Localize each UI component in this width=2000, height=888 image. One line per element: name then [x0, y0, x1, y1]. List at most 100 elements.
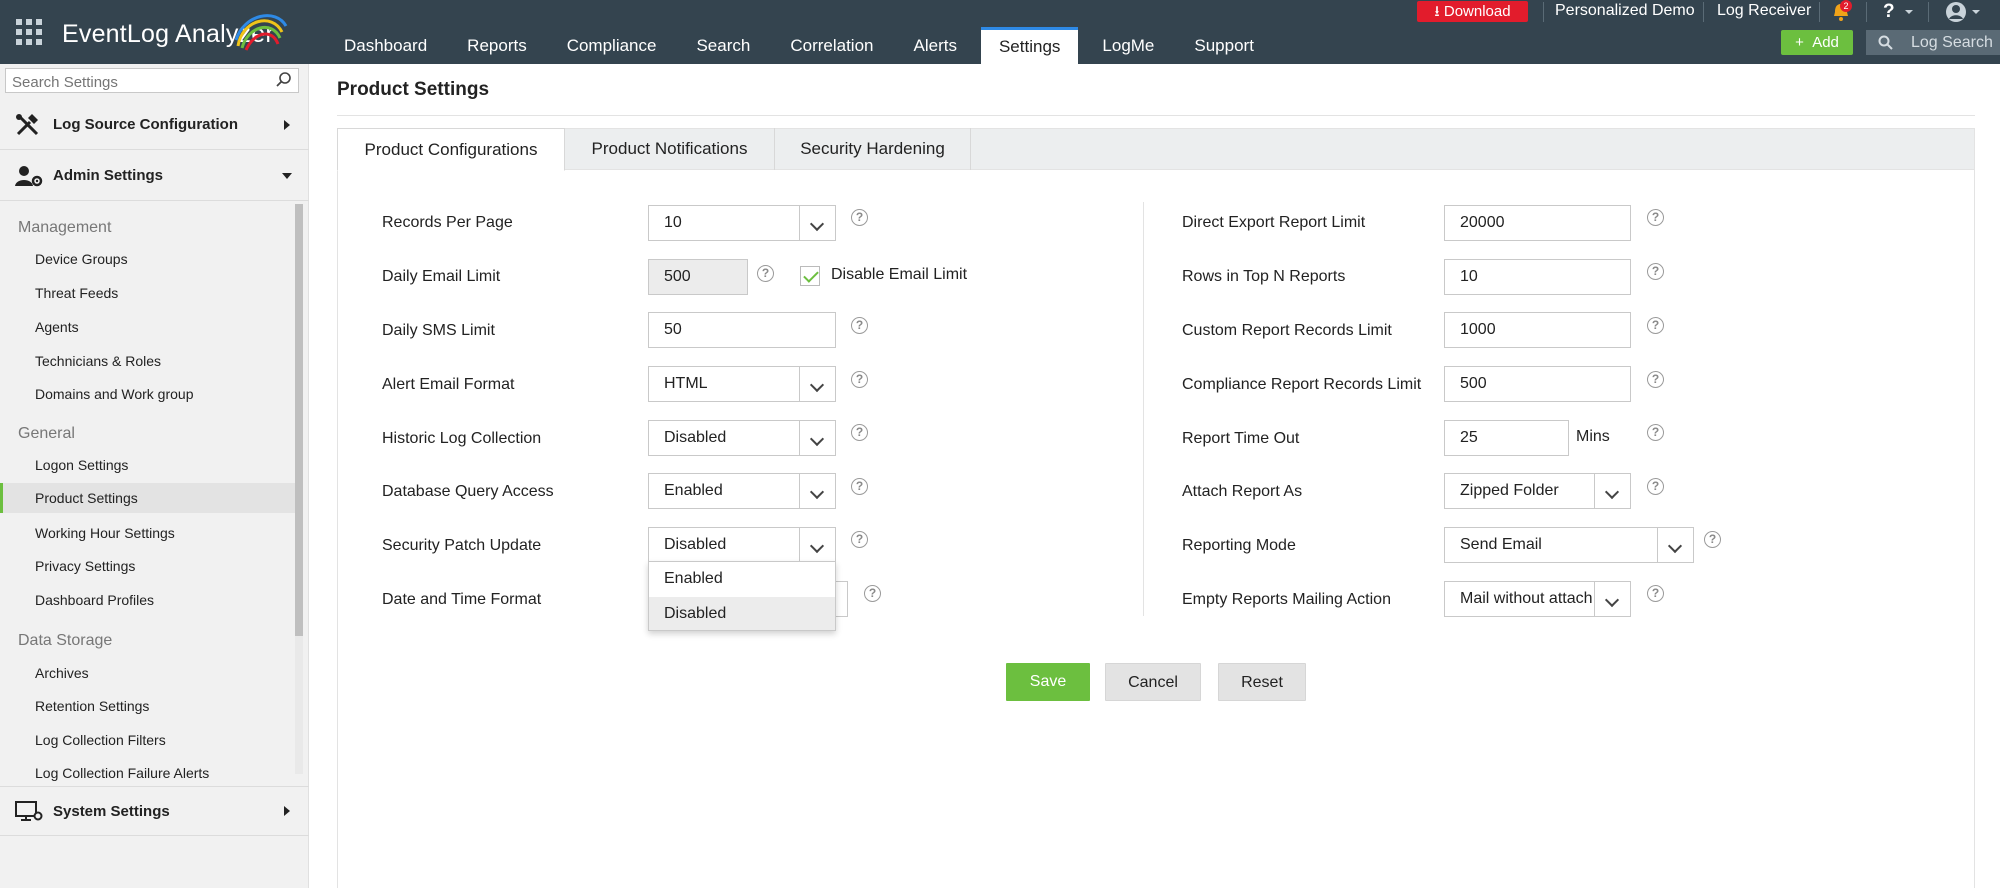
- sidebar-item-log-collection-filters[interactable]: Log Collection Filters: [0, 725, 295, 755]
- records-per-page-select[interactable]: 10: [648, 205, 836, 241]
- sidebar-item-retention-settings[interactable]: Retention Settings: [0, 691, 295, 721]
- section-label: Admin Settings: [53, 167, 164, 184]
- top-bar: EventLog Analyzer Dashboard Reports Comp…: [0, 0, 2000, 64]
- search-icon[interactable]: [276, 72, 292, 88]
- tab-product-notifications[interactable]: Product Notifications: [565, 128, 775, 170]
- log-source-configuration-section[interactable]: Log Source Configuration: [0, 100, 309, 150]
- settings-panel: [337, 128, 1975, 888]
- nav-tab-alerts[interactable]: Alerts: [898, 27, 973, 64]
- nav-tab-reports[interactable]: Reports: [451, 27, 543, 64]
- search-settings-input[interactable]: [5, 68, 299, 93]
- title-divider: [337, 115, 1975, 116]
- nav-tab-support[interactable]: Support: [1178, 27, 1270, 64]
- help-icon[interactable]: ?: [851, 317, 868, 334]
- custom-report-limit-label: Custom Report Records Limit: [1182, 322, 1392, 339]
- report-timeout-input[interactable]: 25: [1444, 420, 1569, 456]
- attach-report-as-select[interactable]: Zipped Folder: [1444, 473, 1631, 509]
- help-icon[interactable]: ?: [864, 585, 881, 602]
- compliance-report-limit-input[interactable]: 500: [1444, 366, 1631, 402]
- divider: [1866, 2, 1867, 22]
- nav-tab-correlation[interactable]: Correlation: [774, 27, 889, 64]
- empty-reports-mailing-select[interactable]: Mail without attach: [1444, 581, 1631, 617]
- help-icon[interactable]: ?: [1647, 478, 1664, 495]
- app-grid-icon[interactable]: [16, 19, 42, 45]
- chevron-down-icon: [1594, 474, 1630, 508]
- tab-security-hardening[interactable]: Security Hardening: [775, 128, 971, 170]
- daily-sms-limit-label: Daily SMS Limit: [382, 322, 495, 339]
- report-timeout-unit: Mins: [1576, 428, 1610, 445]
- sidebar-scrollbar-thumb[interactable]: [295, 204, 303, 636]
- divider: [1703, 2, 1704, 22]
- download-button[interactable]: ⭳ Download: [1417, 1, 1528, 22]
- direct-export-limit-input[interactable]: 20000: [1444, 205, 1631, 241]
- help-dropdown-caret-icon[interactable]: [1905, 10, 1913, 14]
- help-icon[interactable]: ?: [1647, 263, 1664, 280]
- log-search-button[interactable]: Log Search: [1866, 30, 2000, 55]
- alert-email-format-select[interactable]: HTML: [648, 366, 836, 402]
- help-icon[interactable]: ?: [1647, 585, 1664, 602]
- sidebar-item-dashboard-profiles[interactable]: Dashboard Profiles: [0, 585, 295, 615]
- sidebar-item-log-collection-failure-alerts[interactable]: Log Collection Failure Alerts: [0, 758, 295, 788]
- nav-tab-dashboard[interactable]: Dashboard: [328, 27, 443, 64]
- rows-top-n-input[interactable]: 10: [1444, 259, 1631, 295]
- admin-settings-section[interactable]: Admin Settings: [0, 151, 309, 201]
- compliance-report-limit-label: Compliance Report Records Limit: [1182, 376, 1422, 393]
- dropdown-option-disabled[interactable]: Disabled: [649, 597, 835, 630]
- sidebar-item-archives[interactable]: Archives: [0, 658, 295, 688]
- help-icon[interactable]: ?: [1647, 317, 1664, 334]
- system-settings-section[interactable]: System Settings: [0, 786, 309, 836]
- help-icon[interactable]: ?: [851, 424, 868, 441]
- user-avatar-icon[interactable]: [1945, 1, 1967, 23]
- chevron-down-icon: [282, 172, 292, 179]
- help-icon[interactable]: ?: [1883, 1, 1895, 23]
- help-icon[interactable]: ?: [851, 209, 868, 226]
- sidebar-item-working-hour-settings[interactable]: Working Hour Settings: [0, 518, 295, 548]
- sidebar-item-privacy-settings[interactable]: Privacy Settings: [0, 551, 295, 581]
- tools-icon: [16, 113, 39, 135]
- reporting-mode-select[interactable]: Send Email: [1444, 527, 1694, 563]
- custom-report-limit-input[interactable]: 1000: [1444, 312, 1631, 348]
- help-icon[interactable]: ?: [1647, 371, 1664, 388]
- database-query-access-select[interactable]: Enabled: [648, 473, 836, 509]
- sidebar-item-threat-feeds[interactable]: Threat Feeds: [0, 278, 295, 308]
- nav-tab-settings[interactable]: Settings: [980, 27, 1079, 64]
- help-icon[interactable]: ?: [757, 265, 774, 282]
- help-icon[interactable]: ?: [851, 371, 868, 388]
- empty-reports-mailing-label: Empty Reports Mailing Action: [1182, 591, 1391, 608]
- nav-tab-search[interactable]: Search: [680, 27, 766, 64]
- sidebar-item-agents[interactable]: Agents: [0, 312, 295, 342]
- column-divider: [1143, 202, 1144, 616]
- sidebar-item-product-settings[interactable]: Product Settings: [0, 483, 295, 513]
- sidebar-item-domains-workgroup[interactable]: Domains and Work group: [0, 379, 295, 409]
- help-icon[interactable]: ?: [1647, 424, 1664, 441]
- daily-sms-limit-input[interactable]: 50: [648, 312, 836, 348]
- security-patch-update-select[interactable]: Disabled: [648, 527, 836, 563]
- nav-tab-logme[interactable]: LogMe: [1086, 27, 1170, 64]
- disable-email-limit-checkbox[interactable]: [800, 266, 820, 286]
- help-icon[interactable]: ?: [1704, 531, 1721, 548]
- divider: [1928, 2, 1929, 22]
- help-icon[interactable]: ?: [851, 531, 868, 548]
- log-receiver-link[interactable]: Log Receiver: [1717, 2, 1811, 20]
- sidebar-item-logon-settings[interactable]: Logon Settings: [0, 450, 295, 480]
- chevron-right-icon: [284, 119, 290, 130]
- dropdown-option-enabled[interactable]: Enabled: [649, 562, 835, 595]
- personalized-demo-link[interactable]: Personalized Demo: [1555, 2, 1695, 20]
- reporting-mode-label: Reporting Mode: [1182, 537, 1296, 554]
- tab-product-configurations[interactable]: Product Configurations: [337, 128, 565, 171]
- historic-log-collection-select[interactable]: Disabled: [648, 420, 836, 456]
- nav-tab-compliance[interactable]: Compliance: [551, 27, 673, 64]
- help-icon[interactable]: ?: [1647, 209, 1664, 226]
- sidebar-item-technicians-roles[interactable]: Technicians & Roles: [0, 346, 295, 376]
- plus-icon: +: [1795, 34, 1813, 51]
- help-icon[interactable]: ?: [851, 478, 868, 495]
- add-button[interactable]: + Add: [1781, 30, 1853, 55]
- daily-email-limit-label: Daily Email Limit: [382, 268, 501, 285]
- user-dropdown-caret-icon[interactable]: [1972, 10, 1980, 14]
- reset-button[interactable]: Reset: [1218, 663, 1306, 701]
- save-button[interactable]: Save: [1006, 663, 1090, 701]
- sidebar-item-device-groups[interactable]: Device Groups: [0, 244, 295, 274]
- daily-email-limit-input[interactable]: 500: [648, 259, 748, 295]
- monitor-gear-icon: [15, 801, 43, 821]
- cancel-button[interactable]: Cancel: [1105, 663, 1201, 701]
